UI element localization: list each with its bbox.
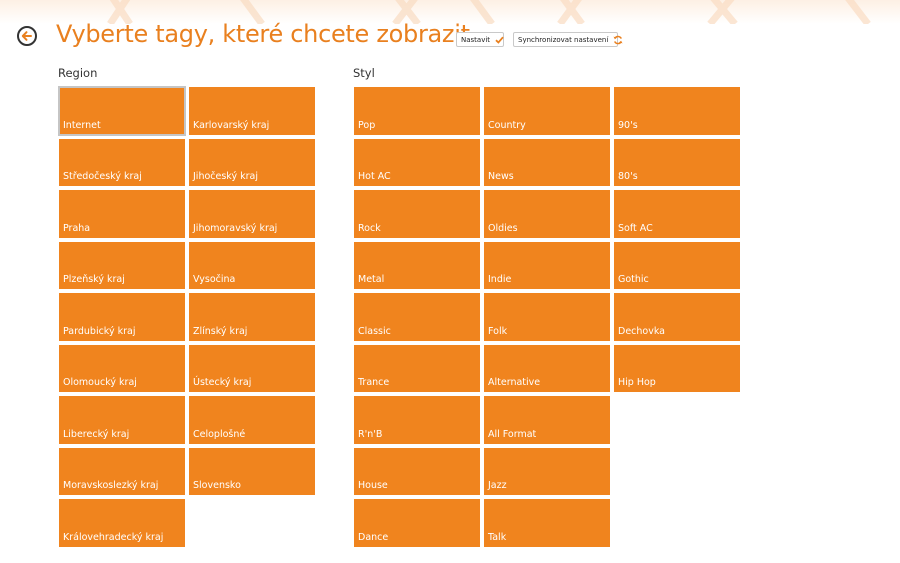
style-tile[interactable]: Talk xyxy=(484,499,610,547)
back-arrow-icon xyxy=(21,31,32,41)
style-tile-label: Hot AC xyxy=(358,171,391,182)
style-tile[interactable]: Soft AC xyxy=(614,190,740,238)
style-tile-label: Country xyxy=(488,119,526,131)
style-tile[interactable]: Country xyxy=(484,87,610,135)
style-tile-label: Dance xyxy=(358,531,389,543)
style-empty-slot xyxy=(614,396,740,444)
region-tile-label: Slovensko xyxy=(193,480,241,491)
style-tile[interactable]: Metal xyxy=(354,241,480,289)
style-tile[interactable]: 80's xyxy=(614,138,740,186)
region-tile-label: Královehradecký kraj xyxy=(63,531,164,543)
region-tile-label: Internet xyxy=(63,119,101,131)
style-tile-label: All Format xyxy=(488,428,537,440)
sync-settings-button[interactable]: Synchronizovat nastavení xyxy=(513,32,623,47)
style-tile-label: Oldies xyxy=(488,222,518,234)
style-tile[interactable]: Indie xyxy=(484,241,610,289)
style-tile-label: Trance xyxy=(358,377,390,388)
back-button[interactable] xyxy=(17,26,37,46)
region-tile-label: Karlovarský kraj xyxy=(193,119,270,131)
region-tile-label: Jihomoravský kraj xyxy=(193,222,278,234)
style-tile[interactable]: Trance xyxy=(354,344,480,392)
style-section-title: Styl xyxy=(353,66,375,80)
style-tile[interactable]: Dechovka xyxy=(614,293,740,341)
style-tile-label: 90's xyxy=(618,119,638,131)
region-tile[interactable]: Královehradecký kraj xyxy=(59,499,185,547)
style-tile[interactable]: All Format xyxy=(484,396,610,444)
region-tile[interactable]: Ústecký kraj xyxy=(189,344,315,392)
region-tile[interactable]: Středočeský kraj xyxy=(59,138,185,186)
style-tile-label: Pop xyxy=(358,119,376,131)
style-tile[interactable]: Hot AC xyxy=(354,138,480,186)
checkmark-icon xyxy=(495,36,504,44)
style-tile-label: Folk xyxy=(488,325,508,337)
style-tile[interactable]: Oldies xyxy=(484,190,610,238)
region-tile[interactable]: Zlínský kraj xyxy=(189,293,315,341)
style-tile[interactable]: Pop xyxy=(354,87,480,135)
region-tile[interactable]: Celoplošné xyxy=(189,396,315,444)
region-tile-label: Vysočina xyxy=(193,274,236,285)
style-tile[interactable]: House xyxy=(354,447,480,495)
style-tile-label: Hip Hop xyxy=(618,377,656,388)
style-tile-label: Jazz xyxy=(488,480,507,491)
style-tile[interactable]: 90's xyxy=(614,87,740,135)
region-tile[interactable]: Plzeňský kraj xyxy=(59,241,185,289)
style-tile[interactable]: Hip Hop xyxy=(614,344,740,392)
tag-selection-page: Vyberte tagy, které chcete zobrazit Nast… xyxy=(0,0,900,563)
region-section-title: Region xyxy=(58,66,98,80)
region-tile[interactable]: Slovensko xyxy=(189,447,315,495)
region-tile-label: Plzeňský kraj xyxy=(63,274,125,285)
region-tile-label: Moravskoslezký kraj xyxy=(63,480,159,491)
set-button[interactable]: Nastavit xyxy=(456,32,504,47)
style-tile-label: Metal xyxy=(358,274,385,285)
region-tile-label: Zlínský kraj xyxy=(193,325,248,337)
style-tile-label: Gothic xyxy=(618,274,649,285)
region-tile[interactable]: Olomoucký kraj xyxy=(59,344,185,392)
region-tile-label: Praha xyxy=(63,222,91,234)
region-tile-label: Středočeský kraj xyxy=(63,171,142,182)
region-tile-label: Celoplošné xyxy=(193,428,246,440)
style-tile-label: News xyxy=(488,171,514,182)
region-tile[interactable]: Karlovarský kraj xyxy=(189,87,315,135)
style-tile-label: Soft AC xyxy=(618,222,653,234)
style-tile[interactable]: R'n'B xyxy=(354,396,480,444)
region-tile-label: Liberecký kraj xyxy=(63,428,130,440)
style-tile-label: Alternative xyxy=(488,377,541,388)
region-tile[interactable]: Vysočina xyxy=(189,241,315,289)
sync-button-label: Synchronizovat nastavení xyxy=(518,35,609,44)
style-tile[interactable]: Classic xyxy=(354,293,480,341)
style-tile-label: R'n'B xyxy=(358,428,383,440)
style-tile-grid: Pop Country 90's Hot AC News 80's Rock Oldies So… xyxy=(354,87,740,547)
style-tile[interactable]: Alternative xyxy=(484,344,610,392)
region-tile[interactable]: Internet xyxy=(58,86,186,136)
region-tile[interactable]: Praha xyxy=(59,190,185,238)
style-tile[interactable]: News xyxy=(484,138,610,186)
region-tile[interactable]: Pardubický kraj xyxy=(59,293,185,341)
region-tile[interactable]: Moravskoslezký kraj xyxy=(59,447,185,495)
style-empty-slot xyxy=(614,448,740,496)
style-tile-label: Indie xyxy=(488,274,512,285)
style-tile-label: Talk xyxy=(488,531,507,543)
style-tile-label: House xyxy=(358,480,388,491)
style-tile[interactable]: Folk xyxy=(484,293,610,341)
region-tile[interactable]: Liberecký kraj xyxy=(59,396,185,444)
region-tile[interactable]: Jihomoravský kraj xyxy=(189,190,315,238)
sync-icon xyxy=(613,35,623,45)
page-title: Vyberte tagy, které chcete zobrazit xyxy=(56,20,470,48)
set-button-label: Nastavit xyxy=(461,35,491,44)
style-tile-label: Dechovka xyxy=(618,325,665,337)
style-tile-label: Rock xyxy=(358,222,381,234)
style-tile[interactable]: Gothic xyxy=(614,241,740,289)
region-tile-label: Jihočeský kraj xyxy=(193,171,258,182)
region-tile-label: Olomoucký kraj xyxy=(63,377,137,388)
style-tile-label: Classic xyxy=(358,325,391,337)
region-tile[interactable]: Jihočeský kraj xyxy=(189,138,315,186)
style-tile-label: 80's xyxy=(618,171,638,182)
style-tile[interactable]: Dance xyxy=(354,499,480,547)
style-tile[interactable]: Jazz xyxy=(484,447,610,495)
region-tile-label: Pardubický kraj xyxy=(63,325,136,337)
region-tile-grid: Internet Karlovarský kraj Středočeský kraj… xyxy=(58,86,315,547)
region-tile-label: Ústecký kraj xyxy=(193,377,252,388)
style-tile[interactable]: Rock xyxy=(354,190,480,238)
